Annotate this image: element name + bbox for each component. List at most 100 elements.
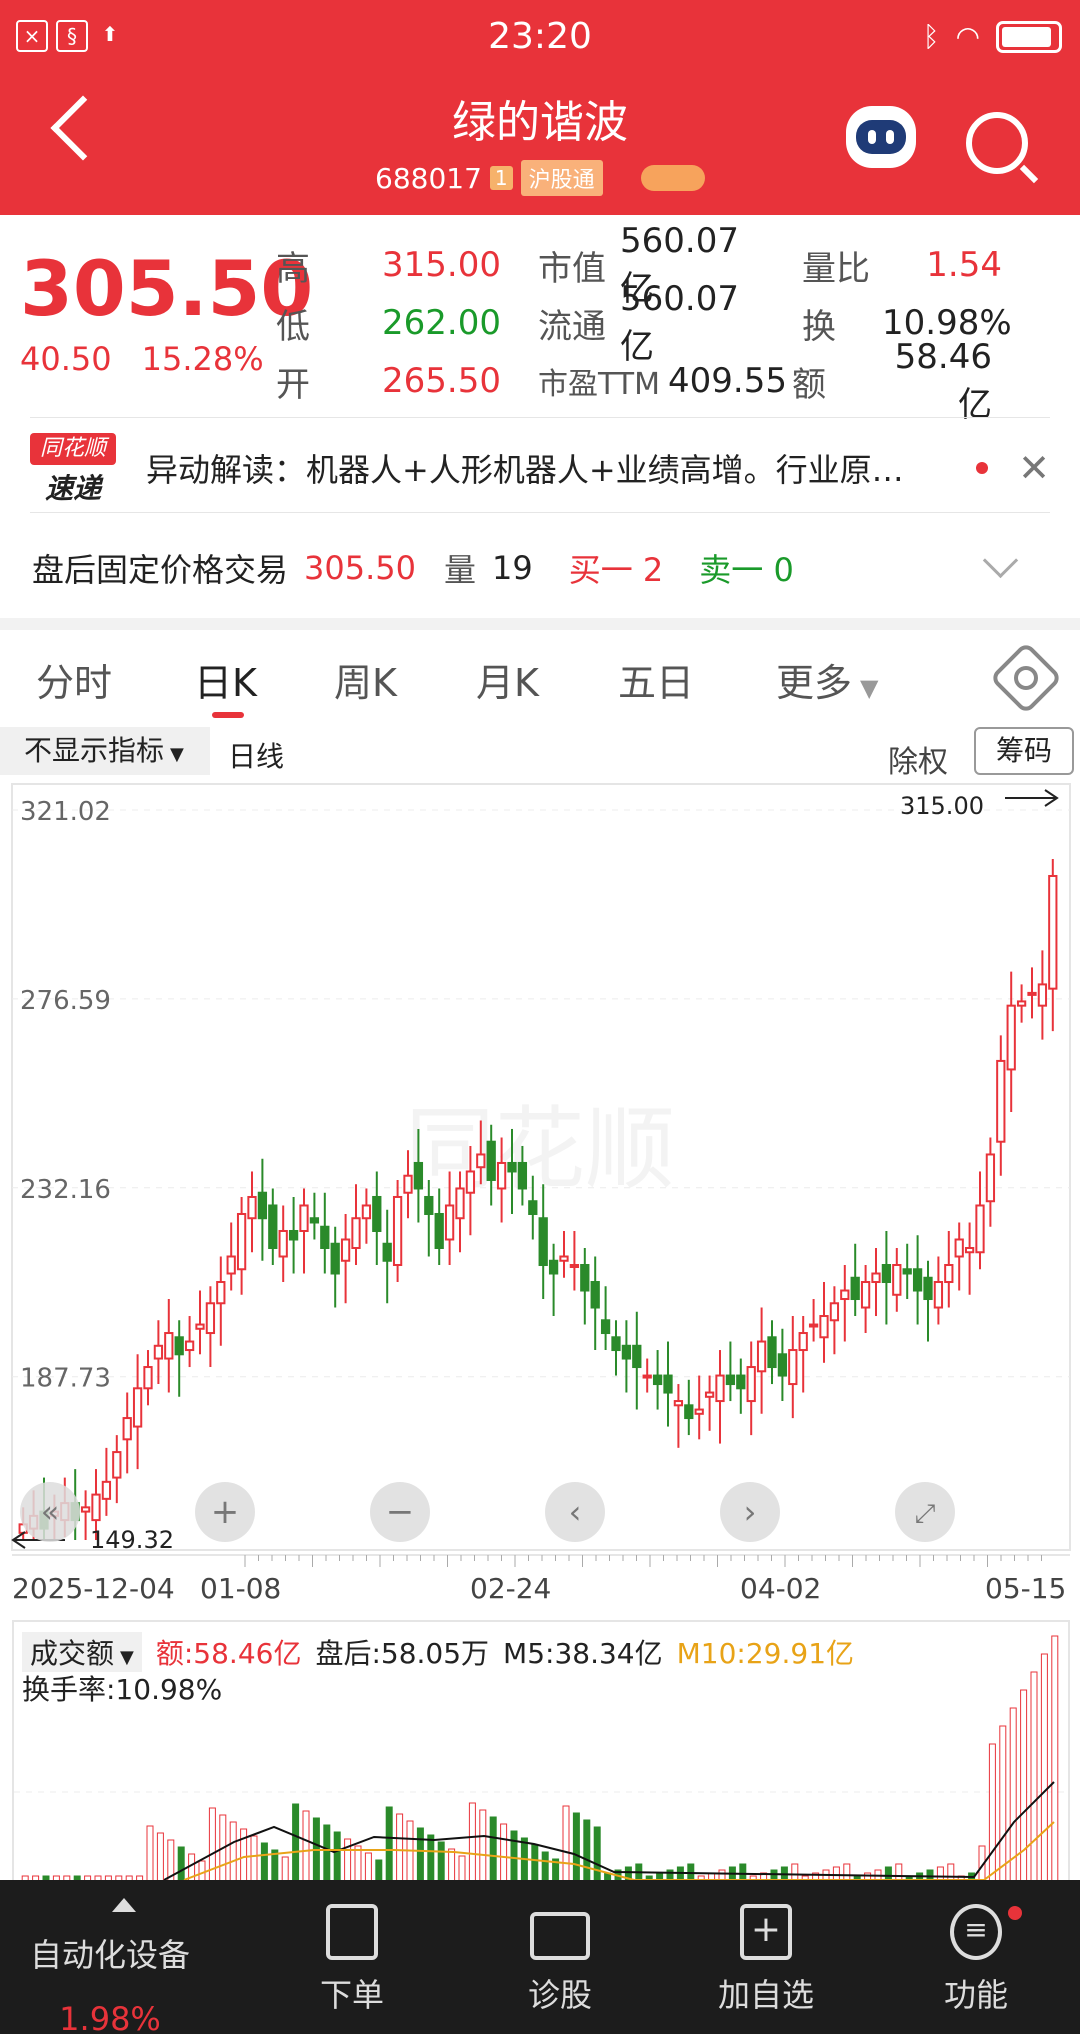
open-value: 265.50 xyxy=(382,361,501,401)
ths-logo: 同花顺 速递 xyxy=(30,433,116,505)
nav-order[interactable]: 下单 xyxy=(282,1896,422,2016)
candle-body xyxy=(392,1195,403,1267)
news-ticker[interactable]: 同花顺 速递 异动解读：机器人+人形机器人+业绩高增。行业原… ✕ xyxy=(30,428,1050,508)
candle-body xyxy=(174,1336,184,1356)
period-tabs: 分时 日K 周K 月K 五日 更多 ▼ xyxy=(0,630,1080,730)
candlestick-chart[interactable]: 同花顺 321.02 276.59 232.16 187.73 2025-12-04 0… xyxy=(0,780,1080,1610)
tab-more[interactable]: 更多 ▼ xyxy=(776,652,878,707)
candle-body xyxy=(184,1340,195,1352)
news-text[interactable]: 异动解读：机器人+人形机器人+业绩高增。行业原… xyxy=(146,445,976,491)
volume-bar xyxy=(416,1827,424,1880)
tab-timeshare[interactable]: 分时 xyxy=(36,652,112,707)
candle-body xyxy=(871,1272,881,1284)
nav-functions[interactable]: ≡ 功能 xyxy=(906,1896,1046,2016)
candle-body xyxy=(455,1187,465,1220)
minus-icon: − xyxy=(386,1492,415,1532)
candle-body xyxy=(340,1238,351,1262)
volume-bar xyxy=(198,1860,206,1880)
volume-bar xyxy=(583,1819,591,1880)
sector-entry[interactable]: 自动化设备 1.98% xyxy=(30,1930,190,2038)
volume-bar xyxy=(1009,1707,1017,1880)
stock-name: 绿的谐波 xyxy=(452,97,628,148)
tab-more-label: 更多 xyxy=(776,661,853,705)
tab-weekly-k[interactable]: 周K xyxy=(334,652,397,707)
candle-body xyxy=(382,1242,392,1262)
market-badge[interactable]: 沪股通 xyxy=(520,160,603,196)
volume-bar xyxy=(458,1855,466,1880)
volume-bar xyxy=(281,1856,289,1880)
change-percent: 15.28% xyxy=(141,340,264,378)
bluetooth-icon: ᛒ xyxy=(922,20,940,53)
after-hours-row[interactable]: 盘后固定价格交易 305.50 量 19 买一 2 卖一 0 xyxy=(32,545,794,591)
volume-bar xyxy=(479,1809,487,1880)
volume-bar xyxy=(562,1805,570,1880)
candle-body xyxy=(132,1387,143,1428)
adjust-button[interactable]: 除权 xyxy=(888,737,948,781)
volratio-value: 1.54 xyxy=(926,245,1002,285)
volume-bar xyxy=(177,1846,185,1880)
candle-body xyxy=(580,1264,590,1292)
app-header: × § ⬆ 23:20 ᛒ ◠ 绿的谐波 688017 1 沪股通 xyxy=(0,0,1080,215)
max-price-label: 315.00 xyxy=(900,792,984,820)
candle-body xyxy=(923,1276,933,1301)
high-value: 315.00 xyxy=(382,245,501,285)
robot-assistant-icon[interactable] xyxy=(846,106,916,168)
candle-body xyxy=(361,1204,372,1220)
candle-body xyxy=(268,1204,278,1249)
nav-add-watch[interactable]: + 加自选 xyxy=(696,1896,836,2016)
volume-bar xyxy=(385,1806,393,1880)
after-hours-vol: 19 xyxy=(492,549,533,587)
volume-bar xyxy=(718,1869,726,1880)
chevron-down-icon[interactable] xyxy=(982,542,1019,579)
level-badge: 1 xyxy=(489,166,513,190)
nav-diagnose[interactable]: 诊股 xyxy=(490,1896,630,2016)
after-hours-label: 盘后固定价格交易 xyxy=(32,551,289,589)
volume-bar xyxy=(323,1824,331,1880)
candle-body xyxy=(632,1344,642,1369)
search-icon[interactable] xyxy=(966,112,1028,174)
volume-bar xyxy=(988,1743,996,1880)
candle-body xyxy=(746,1366,756,1403)
volratio-label: 量比 xyxy=(802,248,870,289)
candle-body xyxy=(736,1374,746,1390)
y-tick-label: 232.16 xyxy=(20,1175,111,1205)
candle-body xyxy=(704,1391,715,1398)
volume-bar xyxy=(427,1834,435,1880)
sector-name: 自动化设备 xyxy=(30,1936,191,1974)
candle-body xyxy=(902,1268,912,1275)
low-value: 262.00 xyxy=(382,303,501,343)
chips-button[interactable]: 筹码 xyxy=(974,727,1074,775)
y-tick-label: 187.73 xyxy=(20,1364,111,1394)
candle-body xyxy=(236,1212,247,1271)
period-label: 日线 xyxy=(228,740,285,773)
volume-bar xyxy=(229,1821,237,1880)
candle-body xyxy=(829,1302,840,1322)
price-change: 40.50 15.28% xyxy=(20,340,264,378)
settings-icon[interactable] xyxy=(989,641,1063,715)
volume-bar xyxy=(832,1866,840,1880)
candle-body xyxy=(694,1408,704,1415)
candle-body xyxy=(372,1195,382,1232)
indicator-selector[interactable]: 不显示指标 ▼ xyxy=(0,727,210,775)
up-arrow-icon[interactable] xyxy=(112,1898,136,1912)
max-arrow-icon xyxy=(1005,789,1059,807)
candle-body xyxy=(559,1255,569,1262)
candle-body xyxy=(850,1276,860,1301)
sector-percent: 1.98% xyxy=(59,2000,161,2038)
candle-body xyxy=(309,1217,320,1224)
ask-one: 卖一 0 xyxy=(699,551,794,589)
candle-body xyxy=(205,1302,216,1335)
candle-body xyxy=(538,1217,548,1267)
bottom-nav: 自动化设备 1.98% 下单 诊股 + 加自选 ≡ 功能 xyxy=(0,1880,1080,2038)
volume-bar xyxy=(354,1845,362,1880)
volume-bar xyxy=(375,1859,383,1880)
pe-value: 409.55 xyxy=(668,361,787,401)
close-icon[interactable]: ✕ xyxy=(1018,446,1050,490)
candle-body xyxy=(808,1323,819,1328)
candle-body xyxy=(996,1059,1006,1143)
tab-monthly-k[interactable]: 月K xyxy=(476,652,539,707)
candle-body xyxy=(496,1161,507,1190)
tab-daily-k[interactable]: 日K xyxy=(194,652,257,707)
diagnose-icon xyxy=(530,1912,590,1960)
tab-five-day[interactable]: 五日 xyxy=(618,652,694,707)
